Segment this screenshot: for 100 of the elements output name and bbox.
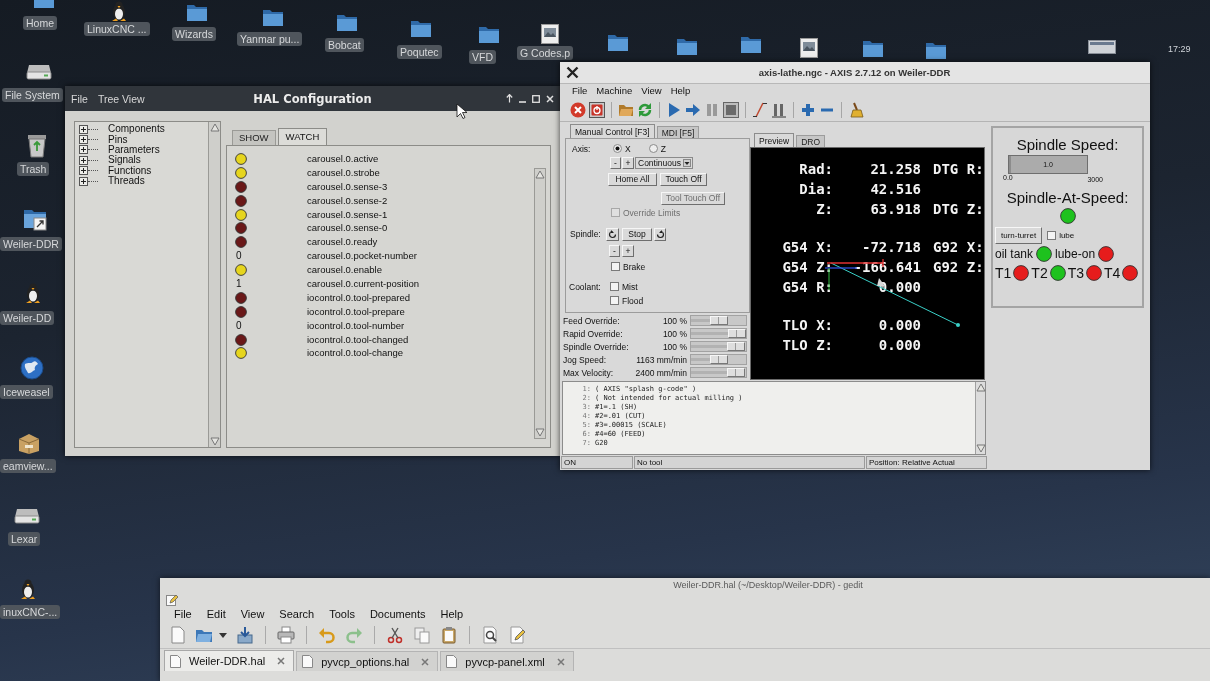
page-icon[interactable] [168, 626, 186, 644]
tab[interactable]: Manual Control [F3] [570, 124, 655, 138]
print-icon[interactable] [277, 626, 295, 644]
search-icon[interactable] [481, 626, 499, 644]
menu-item[interactable]: Tools [329, 607, 355, 621]
slash-icon[interactable] [752, 101, 768, 118]
play-icon[interactable] [666, 101, 682, 118]
tree-item[interactable]: Pins [108, 134, 128, 145]
menu-item[interactable]: File [71, 91, 88, 106]
save-icon[interactable] [236, 626, 254, 644]
image-file-icon[interactable] [541, 24, 559, 44]
folder-icon[interactable] [336, 14, 358, 32]
folder-icon[interactable] [607, 34, 629, 52]
touch-off-button[interactable]: Touch Off [660, 172, 707, 186]
tree-item[interactable]: Functions [108, 165, 152, 176]
desktop-icon-label[interactable]: inuxCNC-... [0, 605, 61, 619]
arrow-right-icon[interactable] [685, 101, 701, 118]
tree-item[interactable]: Components [108, 124, 165, 135]
desktop-icon-label[interactable]: Yanmar pu... [237, 32, 303, 46]
radio-button[interactable] [613, 144, 622, 153]
slider-track[interactable] [690, 354, 747, 365]
broom-icon[interactable] [848, 101, 864, 118]
home-all-button[interactable]: Home All [608, 172, 657, 186]
clipboard-icon[interactable] [440, 626, 458, 644]
jog-minus-button[interactable]: - [610, 156, 621, 169]
trash-icon[interactable] [25, 132, 49, 158]
folder-icon[interactable] [33, 0, 55, 9]
menu-item[interactable]: View [641, 85, 662, 97]
folder-icon[interactable] [862, 40, 884, 58]
tab[interactable]: WATCH [277, 128, 328, 145]
menu-item[interactable]: View [240, 607, 265, 621]
globe-icon[interactable] [20, 356, 44, 380]
spindle-forward-button[interactable] [654, 227, 666, 241]
spindle-stop-button[interactable]: Stop [622, 227, 652, 241]
desktop-icon-label[interactable]: File System [2, 88, 63, 102]
desktop-icon-label[interactable]: G Codes.p [517, 46, 574, 60]
folder-icon[interactable] [478, 26, 500, 44]
tree-item[interactable]: Signals [108, 155, 141, 166]
tree-item[interactable]: Parameters [108, 144, 160, 155]
jog-mode-dropdown[interactable]: Continuous [635, 156, 693, 169]
spindle-reverse-button[interactable] [606, 227, 619, 241]
scroll-up-icon[interactable] [209, 123, 220, 132]
drive-icon[interactable] [14, 508, 40, 524]
power-icon[interactable] [589, 101, 605, 118]
expand-icon[interactable] [79, 155, 88, 165]
arrow-up-icon[interactable] [506, 94, 513, 103]
slider-track[interactable] [690, 341, 747, 352]
scroll-up-icon[interactable] [535, 170, 545, 179]
folder-icon[interactable] [410, 20, 432, 38]
slider-track[interactable] [690, 367, 747, 378]
folder-icon[interactable] [186, 4, 208, 22]
scrollbar[interactable] [975, 382, 985, 454]
menu-item[interactable]: Help [670, 85, 691, 97]
slider-thumb[interactable] [727, 368, 746, 377]
expand-icon[interactable] [79, 135, 88, 145]
tab[interactable]: pyvcp_options.hal [296, 651, 439, 671]
tab[interactable]: Weiler-DDR.hal [164, 650, 295, 671]
menu-item[interactable]: File [572, 85, 588, 97]
menu-item[interactable]: Documents [369, 607, 426, 621]
folder-icon[interactable] [262, 9, 284, 27]
slider-track[interactable] [690, 328, 747, 339]
desktop-icon-label[interactable]: Poqutec [397, 45, 442, 59]
desktop-icon-label[interactable]: Home [23, 16, 57, 30]
window-thumbnail-icon[interactable] [1088, 40, 1116, 54]
checkbox[interactable] [611, 262, 620, 271]
checkbox[interactable] [1047, 231, 1057, 240]
tab[interactable]: pyvcp-panel.xml [440, 651, 574, 671]
folder-icon[interactable] [925, 42, 947, 60]
desktop-icon-label[interactable]: Iceweasel [0, 385, 53, 399]
scroll-down-icon[interactable] [209, 437, 220, 446]
bars-icon[interactable] [771, 101, 787, 118]
tab[interactable]: DRO [796, 135, 826, 147]
radio-button[interactable] [648, 144, 658, 153]
expand-icon[interactable] [79, 166, 88, 176]
minimize-icon[interactable] [519, 100, 526, 103]
slider-thumb[interactable] [728, 329, 746, 338]
tab[interactable]: Preview [754, 133, 795, 147]
x-circle-icon[interactable] [570, 101, 586, 118]
desktop-icon-label[interactable]: Weiler-DDR [0, 237, 62, 251]
slider-thumb[interactable] [727, 342, 746, 351]
desktop-icon-label[interactable]: eamview... [0, 459, 56, 473]
folder-shortcut-icon[interactable] [23, 207, 47, 231]
caret-icon[interactable] [219, 632, 227, 638]
image-file-icon[interactable] [800, 38, 818, 58]
slider-track[interactable] [690, 315, 747, 326]
maximize-icon[interactable] [532, 94, 540, 103]
menu-item[interactable]: Tree View [97, 91, 145, 106]
turn-turret-button[interactable]: turn-turret [995, 227, 1043, 244]
slider-thumb[interactable] [709, 316, 728, 325]
spindle-plus-button[interactable]: + [622, 244, 634, 257]
expand-icon[interactable] [79, 176, 88, 186]
folder-icon[interactable] [740, 36, 762, 54]
menu-item[interactable]: Edit [206, 607, 226, 621]
desktop-icon-label[interactable]: Wizards [172, 27, 216, 41]
desktop-icon-label[interactable]: Lexar [8, 532, 41, 546]
menu-item[interactable]: Search [279, 607, 315, 621]
expand-icon[interactable] [79, 145, 88, 155]
desktop-icon-label[interactable]: VFD [469, 50, 496, 64]
folder-icon[interactable] [676, 38, 698, 56]
menu-item[interactable]: Machine [596, 85, 633, 97]
